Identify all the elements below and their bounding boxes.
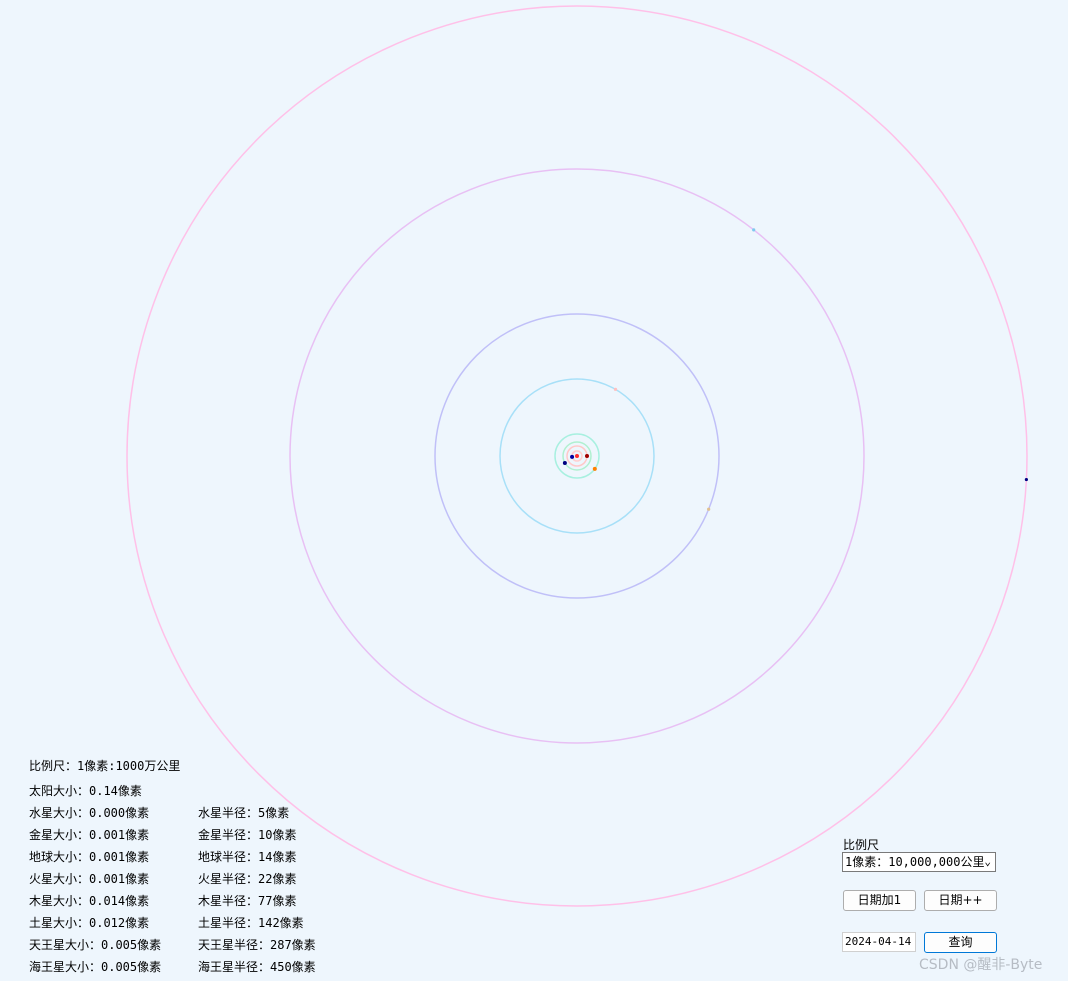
- uranus-size-text: 天王星大小：0.005像素: [29, 938, 162, 952]
- earth-size-text: 地球大小：0.001像素: [29, 850, 150, 864]
- scale-title: 比例尺：1像素:1000万公里: [29, 759, 181, 773]
- sun-marker: [575, 454, 579, 458]
- venus-radius-text: 金星半径：10像素: [198, 828, 297, 842]
- jupiter-size-text: 木星大小：0.014像素: [29, 894, 150, 908]
- mars-radius-text: 火星半径：22像素: [198, 872, 297, 886]
- venus-marker: [585, 454, 589, 458]
- neptune-marker: [1024, 477, 1028, 482]
- scale-label: 比例尺: [843, 838, 880, 852]
- saturn-radius-text: 土星半径：142像素: [198, 916, 304, 930]
- saturn-marker: [707, 507, 711, 511]
- solar-system-canvas: [126, 5, 1028, 907]
- mars-size-text: 火星大小：0.001像素: [29, 872, 150, 886]
- date-field[interactable]: 2024-04-14: [842, 932, 916, 952]
- uranus-marker: [752, 228, 756, 232]
- query-button[interactable]: 查询: [924, 932, 997, 953]
- mercury-radius-text: 水星半径：5像素: [198, 806, 290, 820]
- neptune-size-text: 海王星大小：0.005像素: [29, 960, 162, 974]
- saturn-size-text: 土星大小：0.012像素: [29, 916, 150, 930]
- mercury-size-text: 水星大小：0.000像素: [29, 806, 150, 820]
- watermark: CSDN @醒非-Byte: [919, 957, 1043, 973]
- earth-marker: [562, 461, 567, 465]
- scale-select[interactable]: 1像素：10,000,000公里 ⌄: [842, 852, 996, 872]
- uranus-radius-text: 天王星半径：287像素: [198, 938, 316, 952]
- earth-radius-text: 地球半径：14像素: [198, 850, 297, 864]
- mars-marker: [592, 466, 597, 471]
- scale-select-value: 1像素：10,000,000公里: [845, 855, 985, 869]
- sun-size-text: 太阳大小：0.14像素: [29, 784, 142, 798]
- day-auto-increment-button[interactable]: 日期++: [924, 890, 997, 911]
- day-plus-one-button[interactable]: 日期加1: [843, 890, 916, 911]
- neptune-radius-text: 海王星半径：450像素: [198, 960, 316, 974]
- venus-size-text: 金星大小：0.001像素: [29, 828, 150, 842]
- chevron-down-icon: ⌄: [984, 855, 991, 868]
- jupiter-marker: [613, 387, 618, 391]
- jupiter-radius-text: 木星半径：77像素: [198, 894, 297, 908]
- mercury-marker: [570, 454, 575, 459]
